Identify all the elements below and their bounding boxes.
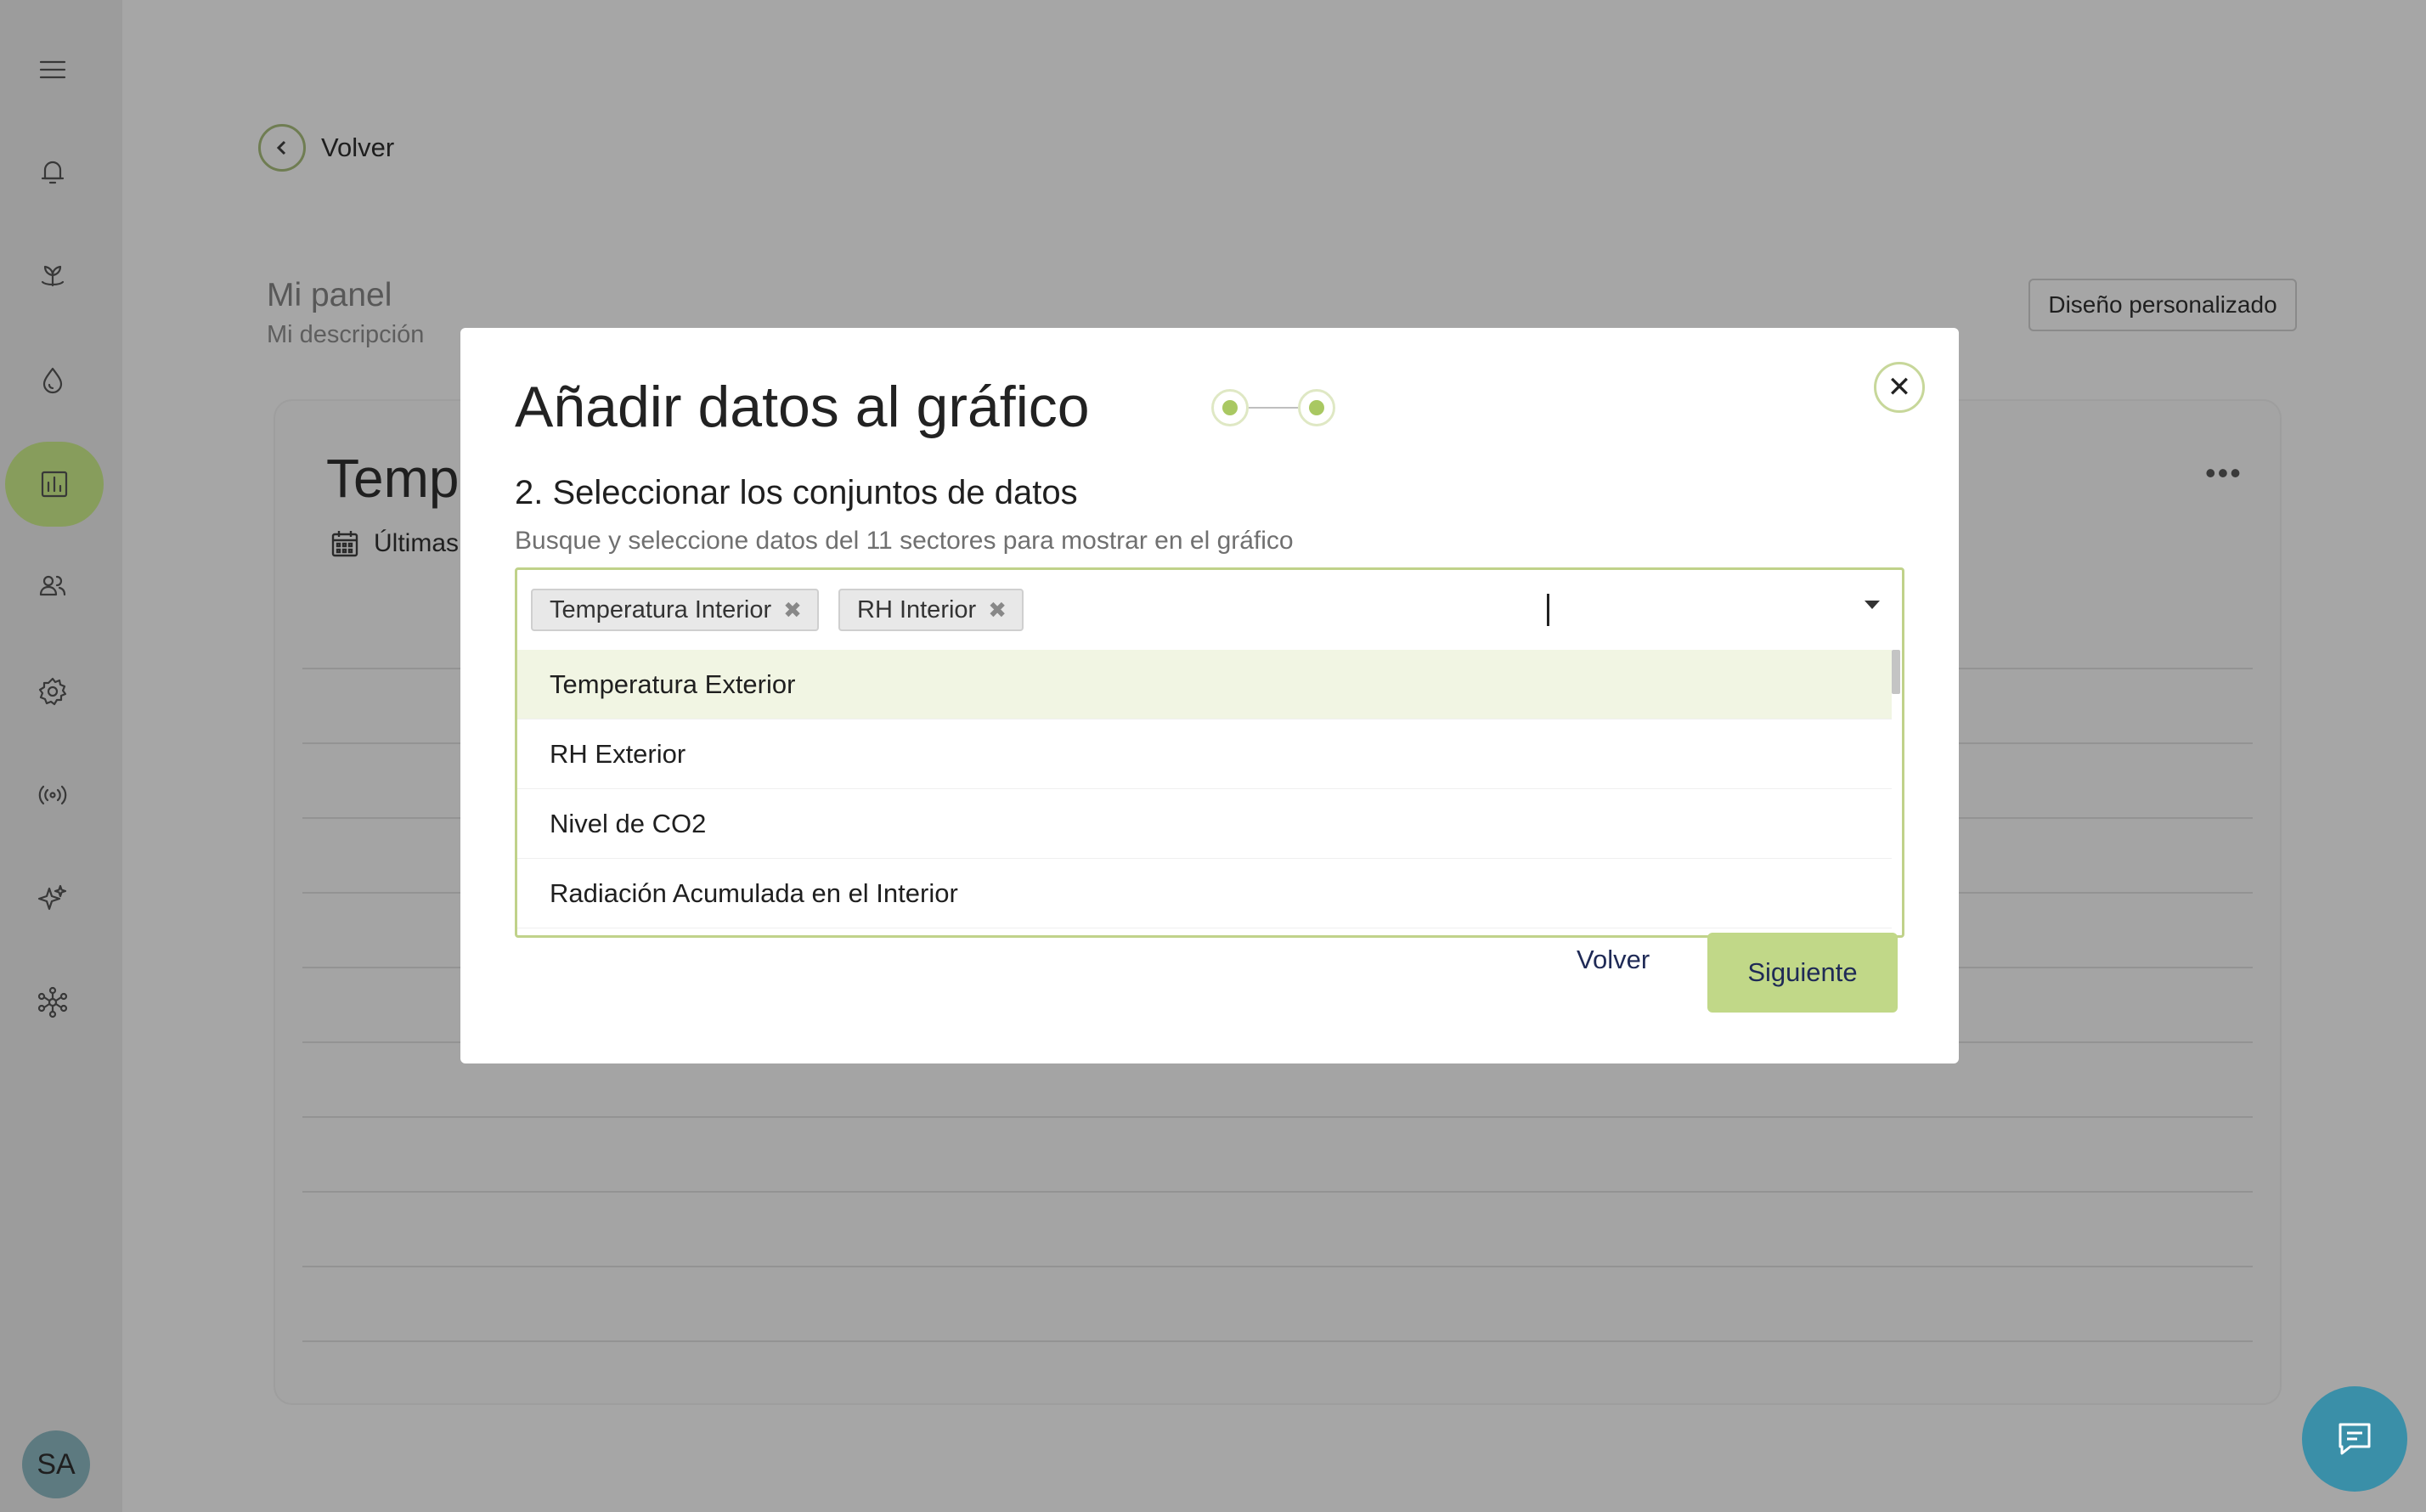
card-title: Temp [326,448,460,509]
step-connector [1249,407,1298,409]
dropdown-scrollbar[interactable] [1892,650,1900,694]
step-dot-1 [1211,389,1249,426]
page-description: Mi descripción [267,321,425,348]
chevron-left-icon [258,124,306,172]
calendar-icon [331,531,358,557]
chip-label: Temperatura Interior [550,595,772,623]
bell-icon[interactable] [24,143,82,200]
users-icon[interactable] [24,557,82,615]
step-help-text: Busque y seleccione datos del 11 sectore… [515,527,1294,555]
chip-remove-icon[interactable]: ✖ [783,597,802,623]
chart-gridline [302,1116,2253,1118]
chart-gridline [302,1191,2253,1193]
chart-gridline [302,1266,2253,1267]
broadcast-icon[interactable] [24,766,82,824]
menu-icon[interactable] [24,41,82,99]
back-button[interactable]: Volver [1577,945,1650,975]
dropdown-options: Temperatura Exterior RH Exterior Nivel d… [517,650,1892,928]
step-dot-2 [1298,389,1335,426]
card-subtitle: Últimas [374,529,460,557]
network-icon[interactable] [24,973,82,1031]
step-indicator [1211,389,1335,426]
multiselect-input-row[interactable]: Temperatura Interior ✖ RH Interior ✖ [517,570,1902,646]
dropdown-option[interactable]: RH Exterior [517,719,1892,789]
chart-gridline [302,1340,2253,1342]
custom-design-button[interactable]: Diseño personalizado [2028,279,2297,331]
chip-label: RH Interior [857,595,977,623]
text-cursor [1547,594,1549,626]
sidebar: SA [0,0,122,1512]
selected-chip: RH Interior ✖ [838,589,1024,631]
card-date-range[interactable]: Últimas [330,528,459,559]
chat-icon [2339,1423,2371,1455]
caret-down-icon[interactable] [1865,601,1880,609]
add-data-modal: Añadir datos al gráfico ✕ 2. Seleccionar… [460,328,1959,1063]
more-options-icon[interactable]: ••• [2205,455,2243,491]
dropdown-option[interactable]: Temperatura Exterior [517,650,1892,719]
chat-button[interactable] [2302,1386,2407,1492]
drop-icon[interactable] [24,352,82,409]
avatar[interactable]: SA [22,1430,90,1498]
chip-remove-icon[interactable]: ✖ [988,597,1007,623]
dataset-multiselect[interactable]: Temperatura Interior ✖ RH Interior ✖ Tem… [515,567,1904,938]
selected-chip: Temperatura Interior ✖ [531,589,819,631]
plant-icon[interactable] [24,248,82,306]
sparkles-icon[interactable] [24,870,82,928]
page-title: Mi panel [267,277,392,313]
back-label: Volver [321,133,395,162]
back-link[interactable]: Volver [258,124,394,172]
dropdown-option[interactable]: Radiación Acumulada en el Interior [517,859,1892,928]
step-heading: 2. Seleccionar los conjuntos de datos [515,474,1078,511]
modal-title: Añadir datos al gráfico [515,375,1090,439]
dropdown-option[interactable]: Nivel de CO2 [517,789,1892,859]
chart-icon[interactable] [5,442,104,527]
next-button[interactable]: Siguiente [1707,933,1898,1013]
gear-icon[interactable] [24,663,82,720]
close-icon[interactable]: ✕ [1874,362,1925,413]
